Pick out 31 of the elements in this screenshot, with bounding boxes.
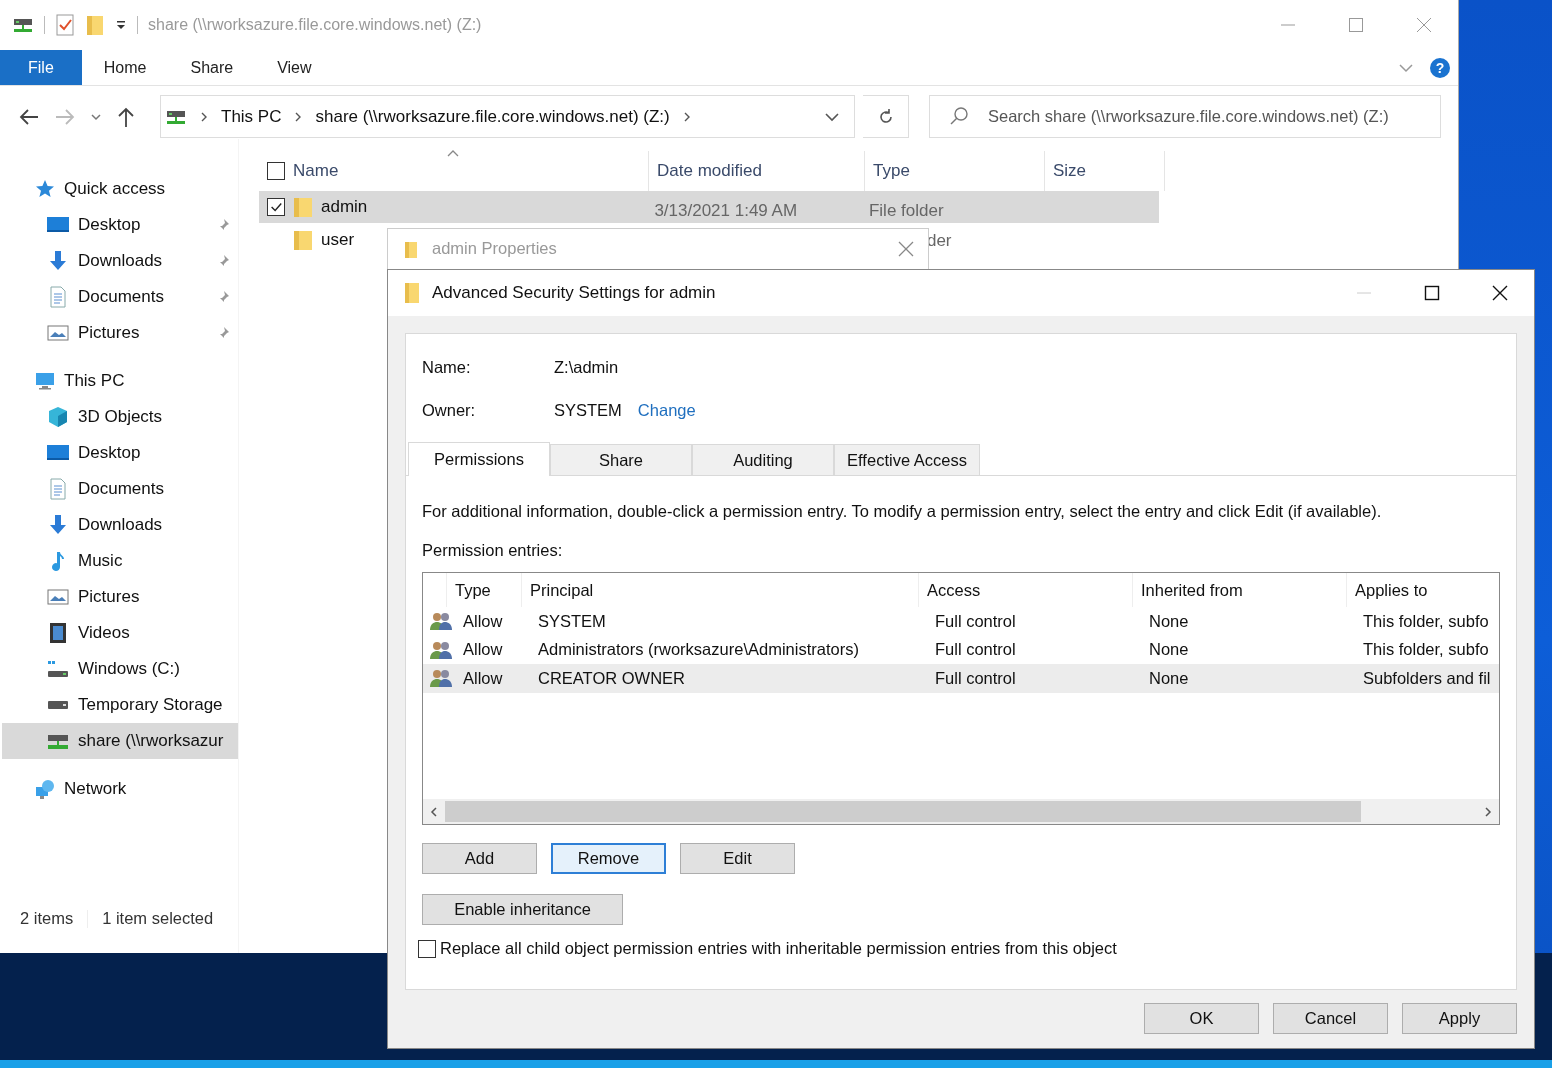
table-cell-text: Administrators (rworksazure\Administrators) [537,640,860,660]
table-cell-text: Full control [934,640,1017,660]
file-name: user [321,230,355,250]
status-text: 2 items [20,909,74,928]
section-label: Permission entries: [422,541,564,560]
info-text: For additional information, double-click a permission entry. To modify a permission entry, select the entry and click Edit (if available). [422,502,1383,521]
status-text: 1 item selected [102,909,214,928]
table-cell-text: None [1148,668,1190,688]
table-cell-text: Full control [934,611,1017,631]
table-cell-text: CREATOR OWNER [537,668,686,688]
table-cell-text: SYSTEM [537,611,607,631]
table-cell-text: This folder, subfo [1362,611,1490,631]
field-label: Owner: [422,400,477,420]
window-title: share (\\rworksazure.file.core.windows.net) (Z:) [148,16,482,34]
table-cell-text: Full control [934,668,1017,688]
file-type: File folder [868,199,944,219]
table-cell-text: This folder, subfo [1362,640,1490,660]
table-cell-text: Allow [462,640,504,660]
checkbox-label: Replace all child object permission entries with inheritable permission entries from this object [440,939,1117,958]
file-date: 3/13/2021 1:49 AM [654,199,798,219]
file-name: admin [321,197,368,217]
table-cell-text: None [1148,611,1190,631]
field-label: Name: [422,357,472,377]
window-title: Advanced Security Settings for admin [432,283,716,303]
window-title: admin Properties [432,239,557,258]
field-value: Z:\admin [554,357,619,377]
table-cell-text: None [1148,640,1190,660]
field-value: SYSTEM [554,400,622,420]
table-cell-text: Subfolders and fil [1362,668,1492,688]
table-cell-text: Allow [462,668,504,688]
table-cell-text: Allow [462,611,504,631]
